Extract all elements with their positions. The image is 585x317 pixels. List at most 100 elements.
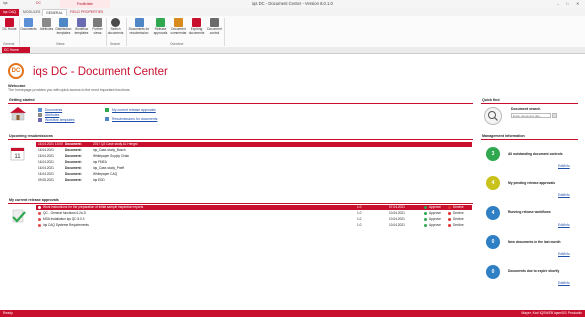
metric-label: Running release workflows bbox=[508, 210, 551, 214]
edit-info-link[interactable]: Edit/Info bbox=[558, 193, 570, 197]
ribbon-separator bbox=[224, 18, 225, 46]
metric-badge[interactable]: 0 bbox=[486, 235, 500, 249]
status-user-info: Mayer, Karl IQSWEB iqsm001 Productiv bbox=[521, 311, 583, 315]
group-label-overview: Overview bbox=[170, 42, 184, 46]
further-views-button[interactable]: Further views bbox=[89, 18, 106, 35]
release-approvals-button[interactable]: Release approvals bbox=[152, 18, 169, 35]
documents-resubmission-button[interactable]: Documents for resubmission bbox=[128, 18, 150, 35]
tab-iqs-caq[interactable]: iqs CAQ bbox=[0, 9, 20, 16]
group-label-views: Views bbox=[56, 42, 65, 46]
decline-button[interactable]: Decline bbox=[448, 205, 464, 210]
search-large-icon bbox=[484, 107, 502, 125]
metric-badge[interactable]: 4 bbox=[486, 206, 500, 220]
approvals-link-icon bbox=[105, 108, 109, 112]
attributes-icon bbox=[42, 18, 51, 27]
resubmission-row[interactable]: 16.04.2021 Document: Whitepaper CAQ bbox=[36, 172, 472, 177]
documents-link-icon bbox=[38, 108, 42, 112]
distribution-icon bbox=[59, 18, 68, 27]
document-search-label: Document search bbox=[511, 107, 541, 111]
resubmission-row[interactable]: 09.05.2021 Document: iqs EDD bbox=[36, 178, 472, 183]
comment-icon bbox=[174, 18, 183, 27]
tab-field-properties[interactable]: FIELD PROPERTIES bbox=[67, 9, 106, 16]
resubmission-row[interactable]: 16.04.2021 Document: iqs FMEA bbox=[36, 160, 472, 165]
metric-label: My pending release approvals bbox=[508, 181, 556, 185]
approvals-heading: My current release approvals bbox=[8, 198, 473, 204]
attributes-button[interactable]: Attributes bbox=[38, 18, 55, 32]
edit-info-link[interactable]: Edit/Info bbox=[558, 223, 570, 227]
checkmark-icon bbox=[11, 209, 26, 224]
approval-row[interactable]: QC - General functions 6.2a D 1.0 10.04.20… bbox=[36, 211, 472, 216]
search-go-button[interactable] bbox=[552, 113, 557, 118]
metric-badge[interactable]: 0 bbox=[486, 265, 500, 279]
tab-dc-home[interactable]: DC Home bbox=[2, 47, 30, 53]
metric-label: New documents in the last month bbox=[508, 240, 561, 244]
maximize-icon[interactable]: □ bbox=[566, 1, 568, 6]
link-attributes[interactable]: Attributes bbox=[45, 113, 59, 117]
documents-icon bbox=[24, 18, 33, 27]
minimize-icon[interactable]: – bbox=[557, 1, 559, 6]
close-icon[interactable]: ✕ bbox=[576, 1, 579, 6]
resubmissions-link-icon bbox=[105, 117, 109, 121]
link-resubmissions[interactable]: Resubmissions for documents bbox=[112, 117, 157, 121]
document-control-button[interactable]: Document control bbox=[206, 18, 223, 35]
ribbon: DC Home Documents Attributes Distributio… bbox=[0, 16, 585, 48]
metric-badge[interactable]: 4 bbox=[486, 176, 500, 190]
status-bar: Ready Mayer, Karl IQSWEB iqsm001 Product… bbox=[0, 310, 585, 317]
status-text: Ready bbox=[3, 311, 13, 315]
document-search-input[interactable] bbox=[511, 113, 551, 118]
edit-info-link[interactable]: Edit/Info bbox=[558, 164, 570, 168]
edit-info-link[interactable]: Edit/Info bbox=[558, 252, 570, 256]
approval-row[interactable]: iqs CAQ Systeme Requirements 1.0 10.04.202… bbox=[36, 223, 472, 228]
approve-button[interactable]: Approve bbox=[424, 211, 441, 216]
dc-home-button[interactable]: DC Home bbox=[1, 18, 18, 32]
group-label-general: General bbox=[3, 42, 15, 46]
decline-button[interactable]: Decline bbox=[448, 217, 464, 222]
window-title: iqs DC - Document Center - Version 8.0.1… bbox=[252, 1, 333, 6]
resubmission-row[interactable]: 16.04.2021 Document: Whitepaper Supply Cha… bbox=[36, 154, 472, 159]
attributes-link-icon bbox=[38, 113, 42, 117]
link-release-approvals[interactable]: My current release approvals bbox=[112, 108, 156, 112]
documents-button[interactable]: Documents bbox=[20, 18, 37, 32]
expiring-icon bbox=[192, 18, 201, 27]
document-tab-bar: DC Home bbox=[0, 47, 585, 54]
workflow-templates-button[interactable]: Workflow templates bbox=[73, 18, 90, 35]
welcome-text: The homepage provides you with quick acc… bbox=[8, 88, 131, 92]
workflow-icon bbox=[77, 18, 86, 27]
views-icon bbox=[93, 18, 102, 27]
approval-row[interactable]: Work instructions for the preparation of… bbox=[36, 205, 472, 210]
title-bar: iqs DC Positivliste iqs DC - Document Ce… bbox=[0, 0, 585, 8]
document-commentar-button[interactable]: Document commentar bbox=[170, 18, 187, 35]
approve-button[interactable]: Approve bbox=[424, 223, 441, 228]
expiring-documents-button[interactable]: Expiring documents bbox=[188, 18, 205, 35]
approve-button[interactable]: Approve bbox=[424, 205, 441, 210]
home-large-icon bbox=[9, 106, 27, 121]
ribbon-separator bbox=[126, 18, 127, 46]
approval-row[interactable]: MSA Installation iqs QC 8.0.3 1.0 10.04.20… bbox=[36, 217, 472, 222]
search-documents-button[interactable]: Search documents bbox=[107, 18, 124, 35]
resubmit-icon bbox=[134, 18, 144, 27]
resubmissions-heading: Upcoming resubmissions bbox=[8, 134, 473, 140]
tab-modules[interactable]: MODULES bbox=[20, 9, 43, 16]
resubmission-row[interactable]: 16.04.2021 Document: iqs_Case-study_Bosch bbox=[36, 148, 472, 153]
getting-started-heading: Getting started bbox=[8, 98, 473, 104]
metric-label: All outstanding document controls bbox=[508, 152, 563, 156]
resubmission-row[interactable]: 16.04.2021 Document: iqs_Case-study_Pneff bbox=[36, 166, 472, 171]
document-icon bbox=[38, 224, 41, 227]
edit-info-link[interactable]: Edit/Info bbox=[558, 281, 570, 285]
decline-button[interactable]: Decline bbox=[448, 223, 464, 228]
link-workflow-templates[interactable]: Workflow templates bbox=[45, 118, 75, 122]
distribution-templates-button[interactable]: Distribution templates bbox=[55, 18, 72, 35]
approval-icon bbox=[156, 18, 165, 27]
document-icon bbox=[38, 218, 41, 221]
approve-button[interactable]: Approve bbox=[424, 217, 441, 222]
metric-label: Documents due to expire shortly bbox=[508, 269, 560, 273]
document-icon bbox=[38, 212, 41, 215]
dc-logo: DC bbox=[8, 63, 24, 79]
decline-button[interactable]: Decline bbox=[448, 211, 464, 216]
link-documents[interactable]: Documents bbox=[45, 108, 62, 112]
resubmission-row[interactable]: 16.04.2021 13:00 Document: 2017 Q2 Case st… bbox=[36, 142, 472, 147]
calendar-icon: 11 bbox=[10, 146, 25, 161]
control-icon bbox=[210, 18, 219, 27]
metric-badge[interactable]: 3 bbox=[486, 147, 500, 161]
search-icon bbox=[111, 18, 120, 27]
